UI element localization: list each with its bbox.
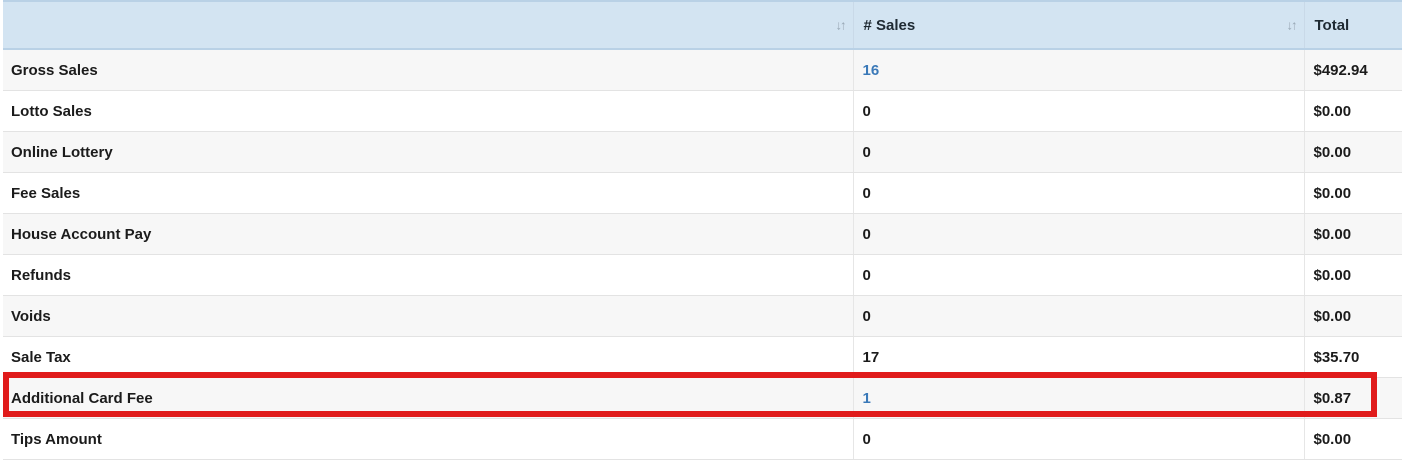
sales-count-link[interactable]: 1 xyxy=(852,377,1304,419)
sales-count: 17 xyxy=(852,336,1304,378)
row-label: Fee Sales xyxy=(3,172,853,214)
column-header-total-label: Total xyxy=(1314,16,1350,34)
column-header-sales-count-label: # Sales xyxy=(863,16,916,34)
sort-icon[interactable]: ↓↑ xyxy=(1287,18,1298,33)
row-label: Additional Card Fee xyxy=(3,377,853,419)
row-label: Voids xyxy=(3,295,853,337)
sales-count: 0 xyxy=(852,295,1304,337)
row-label: Gross Sales xyxy=(3,49,853,91)
table-body: Gross Sales 16 $492.94 Lotto Sales 0 $0.00 Onl… xyxy=(3,49,1402,460)
sort-icon[interactable]: ↓↑ xyxy=(836,18,847,33)
sales-summary-table-wrap: ↓↑ # Sales ↓↑ Total Gross Sales 16 $492.94… xyxy=(3,0,1402,460)
sales-count: 0 xyxy=(852,213,1304,255)
row-total: $0.00 xyxy=(1303,90,1402,132)
row-total: $0.00 xyxy=(1303,295,1402,337)
table-row: Gross Sales 16 $492.94 xyxy=(3,49,1402,91)
row-total: $0.87 xyxy=(1303,377,1402,419)
row-label: Lotto Sales xyxy=(3,90,853,132)
table-row: Lotto Sales 0 $0.00 xyxy=(3,90,1402,132)
row-label: Refunds xyxy=(3,254,853,296)
sales-count: 0 xyxy=(852,254,1304,296)
table-header-row: ↓↑ # Sales ↓↑ Total xyxy=(3,0,1402,50)
row-total: $0.00 xyxy=(1303,418,1402,460)
row-label: Tips Amount xyxy=(3,418,853,460)
table-row: Tips Amount 0 $0.00 xyxy=(3,418,1402,460)
row-total: $0.00 xyxy=(1303,131,1402,173)
sales-count-link[interactable]: 16 xyxy=(852,49,1304,91)
column-header-sales-count[interactable]: # Sales ↓↑ xyxy=(852,0,1304,50)
row-total: $0.00 xyxy=(1303,213,1402,255)
table-row: Online Lottery 0 $0.00 xyxy=(3,131,1402,173)
row-label: Online Lottery xyxy=(3,131,853,173)
table-row: Fee Sales 0 $0.00 xyxy=(3,172,1402,214)
sales-count: 0 xyxy=(852,90,1304,132)
row-total: $0.00 xyxy=(1303,254,1402,296)
row-total: $0.00 xyxy=(1303,172,1402,214)
sales-count: 0 xyxy=(852,172,1304,214)
column-header-category[interactable]: ↓↑ xyxy=(3,0,853,50)
table-row: House Account Pay 0 $0.00 xyxy=(3,213,1402,255)
table-row: Sale Tax 17 $35.70 xyxy=(3,336,1402,378)
table-row: Voids 0 $0.00 xyxy=(3,295,1402,337)
table-row: Refunds 0 $0.00 xyxy=(3,254,1402,296)
row-label: Sale Tax xyxy=(3,336,853,378)
table-row: Additional Card Fee 1 $0.87 xyxy=(3,377,1402,419)
row-label: House Account Pay xyxy=(3,213,853,255)
sales-summary-table: ↓↑ # Sales ↓↑ Total Gross Sales 16 $492.94… xyxy=(3,0,1402,460)
row-total: $35.70 xyxy=(1303,336,1402,378)
sales-count: 0 xyxy=(852,418,1304,460)
row-total: $492.94 xyxy=(1303,49,1402,91)
sales-count: 0 xyxy=(852,131,1304,173)
column-header-total[interactable]: Total xyxy=(1303,0,1402,50)
